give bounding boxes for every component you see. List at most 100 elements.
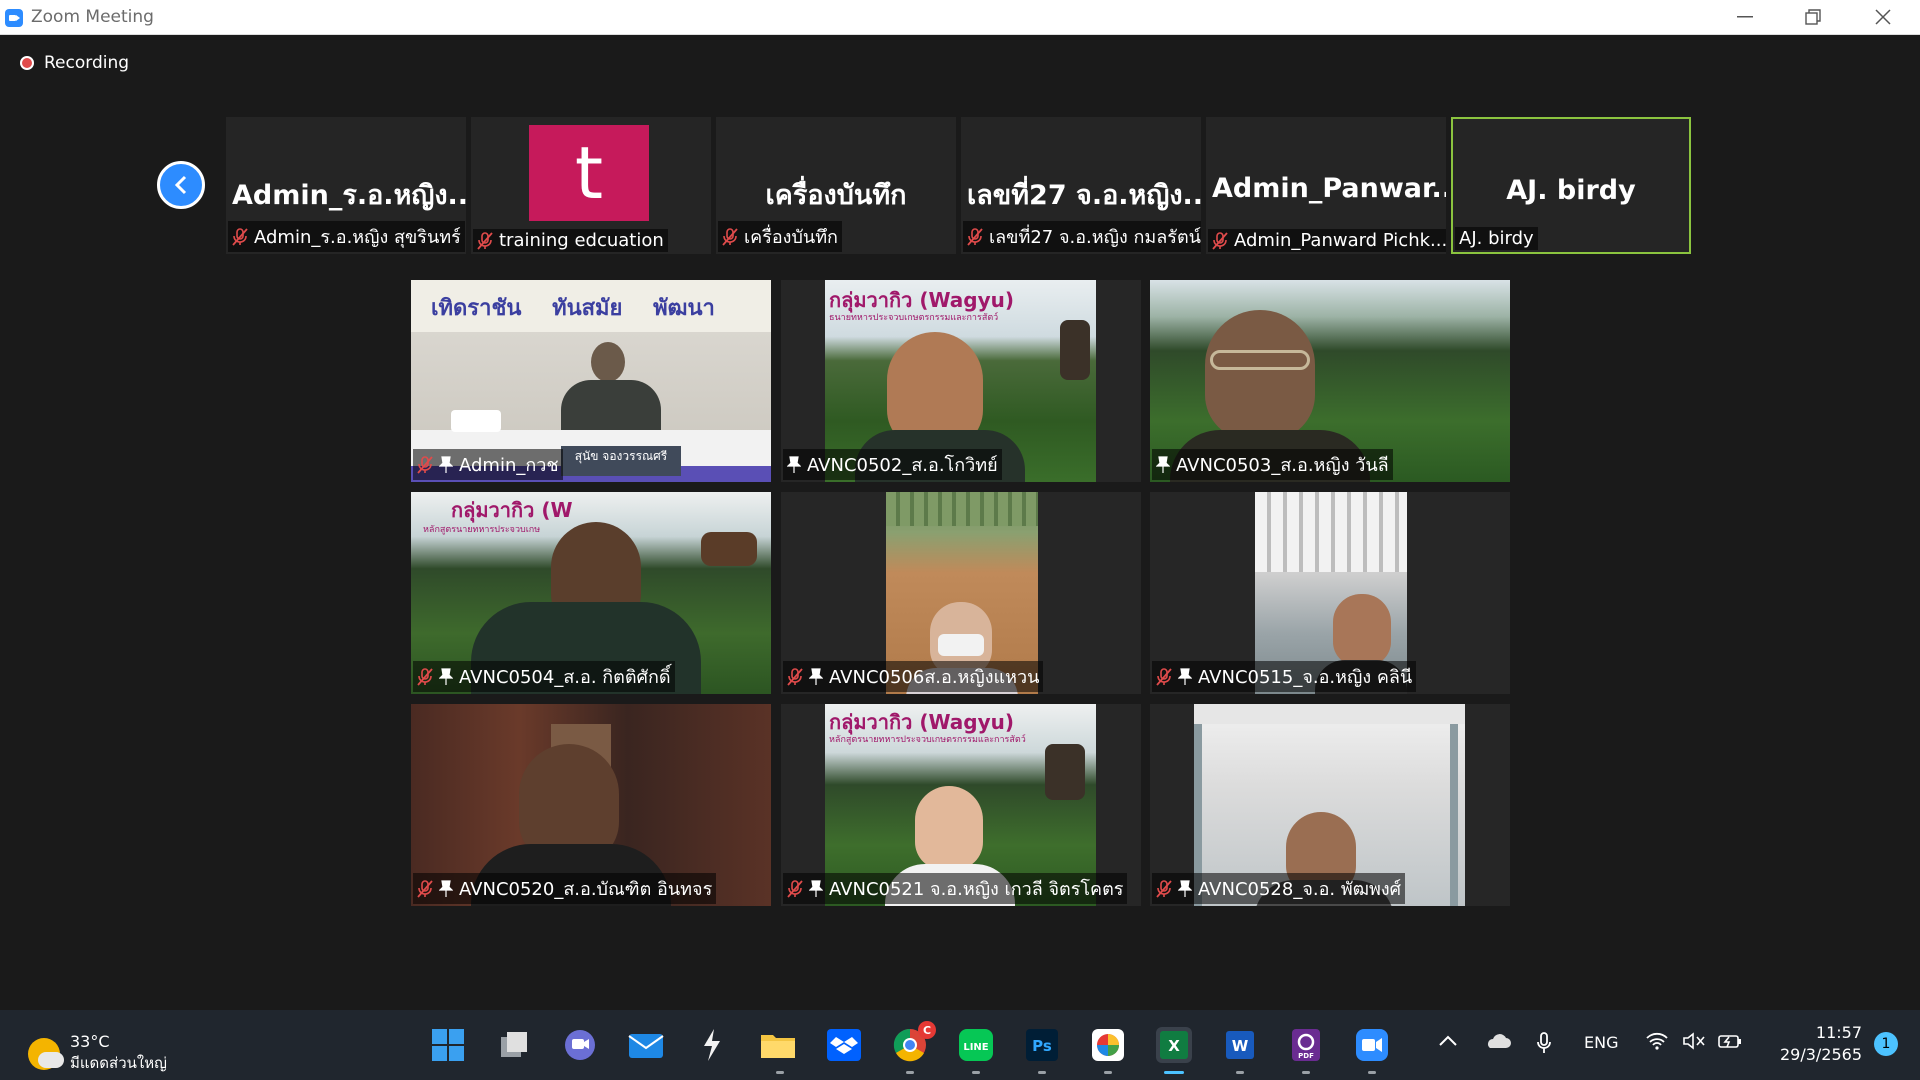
participant-label-text: AVNC0504_ส.อ. กิตติศักดิ์	[459, 667, 671, 688]
battery-charging-icon[interactable]	[1718, 1032, 1742, 1054]
recording-dot-icon	[20, 56, 34, 70]
participant-label-text: AVNC0515_จ.อ.หญิง คลินี	[1198, 667, 1413, 688]
running-indicator	[1302, 1071, 1310, 1074]
participant-label: AVNC0503_ส.อ.หญิง วันลี	[1152, 449, 1393, 480]
mic-muted-icon	[232, 227, 248, 246]
video-tile[interactable]: AVNC0520_ส.อ.บัณฑิต อินทจร	[411, 704, 771, 906]
pin-icon	[1177, 879, 1193, 898]
pin-icon	[438, 455, 454, 474]
mic-muted-icon	[417, 879, 433, 898]
svg-text:PDF: PDF	[1298, 1052, 1314, 1060]
mic-muted-icon	[787, 879, 803, 898]
running-indicator	[776, 1071, 784, 1074]
previous-page-button[interactable]	[157, 161, 205, 209]
mail-icon[interactable]	[628, 1027, 664, 1063]
participant-label-text: AVNC0528_จ.อ. พัฒพงศ์	[1198, 879, 1402, 900]
participant-label-text: training edcuation	[499, 230, 664, 251]
video-tile[interactable]: AVNC0515_จ.อ.หญิง คลินี	[1150, 492, 1510, 694]
onedrive-cloud-icon[interactable]	[1483, 1032, 1511, 1054]
zoom-icon[interactable]	[1354, 1027, 1390, 1063]
running-indicator	[906, 1071, 914, 1074]
recording-indicator[interactable]: Recording	[20, 53, 129, 73]
participant-name-large: Admin_ร.อ.หญิง...	[232, 180, 466, 211]
excel-icon[interactable]: X	[1156, 1027, 1192, 1063]
video-tile[interactable]: AVNC0506ส.อ.หญิงแหวน	[781, 492, 1141, 694]
chrome-icon[interactable]: C	[892, 1021, 936, 1063]
mic-muted-icon	[417, 667, 433, 686]
word-icon[interactable]: W	[1222, 1027, 1258, 1063]
participant-label-text: AVNC0506ส.อ.หญิงแหวน	[829, 667, 1040, 688]
file-explorer-icon[interactable]	[760, 1027, 796, 1063]
participant-tile[interactable]: เครื่องบันทึก เครื่องบันทึก	[716, 117, 956, 254]
participant-label-text: Admin_กวช	[459, 455, 559, 476]
task-view-icon[interactable]	[496, 1027, 532, 1063]
notification-count-badge[interactable]: 1	[1874, 1032, 1898, 1056]
windows-start-icon[interactable]	[430, 1027, 466, 1063]
weather-widget[interactable]: 33°C มีแดดส่วนใหญ่	[28, 1032, 167, 1075]
participant-label: AVNC0521 จ.อ.หญิง เกวลี จิตรโคตร	[783, 873, 1128, 904]
participant-label: AVNC0504_ส.อ. กิตติศักดิ์	[413, 661, 675, 692]
participant-tile[interactable]: เลขที่27 จ.อ.หญิง... เลขที่27 จ.อ.หญิง ก…	[961, 117, 1201, 254]
participant-tile[interactable]: t training edcuation	[471, 117, 711, 254]
mic-muted-icon	[417, 455, 433, 474]
winamp-icon[interactable]	[694, 1027, 730, 1063]
running-indicator	[1104, 1071, 1112, 1074]
volume-muted-icon[interactable]	[1682, 1032, 1706, 1054]
video-tile[interactable]: กลุ่มวากิว (W หลักสูตรนายทหารประจวบเกษ A…	[411, 492, 771, 694]
line-icon[interactable]: LINE	[958, 1027, 994, 1063]
participant-label-text: เครื่องบันทึก	[744, 227, 838, 248]
mic-muted-icon	[787, 667, 803, 686]
show-hidden-icons-chevron-up-icon[interactable]	[1438, 1032, 1458, 1051]
mic-muted-icon	[1156, 879, 1172, 898]
taskbar-clock[interactable]: 11:57 29/3/2565	[1780, 1022, 1862, 1066]
minimize-button[interactable]	[1715, 0, 1775, 34]
participant-name-large: เลขที่27 จ.อ.หญิง...	[967, 180, 1201, 211]
pin-icon	[786, 455, 802, 474]
participant-name-large: AJ. birdy	[1506, 175, 1636, 206]
chrome-profile-badge: C	[918, 1021, 936, 1039]
partly-sunny-icon	[28, 1037, 64, 1070]
video-tile[interactable]: AVNC0503_ส.อ.หญิง วันลี	[1150, 280, 1510, 482]
participant-label: Admin_Panward Pichk...	[1208, 229, 1446, 252]
mic-muted-icon	[1212, 231, 1228, 250]
mic-muted-icon	[477, 231, 493, 250]
wifi-icon[interactable]	[1646, 1032, 1668, 1054]
microphone-icon[interactable]	[1536, 1032, 1552, 1058]
svg-text:X: X	[1168, 1037, 1180, 1055]
participant-label-text: เลขที่27 จ.อ.หญิง กมลรัตน์...	[989, 227, 1201, 248]
clock-time: 11:57	[1815, 1023, 1862, 1042]
participant-tile-active-speaker[interactable]: AJ. birdy AJ. birdy	[1451, 117, 1691, 254]
participant-label-text: AJ. birdy	[1459, 228, 1534, 249]
participant-label: AJ. birdy	[1455, 227, 1538, 250]
participant-label-text: AVNC0521 จ.อ.หญิง เกวลี จิตรโคตร	[829, 879, 1124, 900]
restore-button[interactable]	[1783, 0, 1843, 34]
dropbox-icon[interactable]	[826, 1027, 862, 1063]
language-indicator[interactable]: ENG	[1584, 1033, 1618, 1052]
video-tile[interactable]: AVNC0528_จ.อ. พัฒพงศ์	[1150, 704, 1510, 906]
participant-tile[interactable]: Admin_ร.อ.หญิง... Admin_ร.อ.หญิง สุขรินท…	[226, 117, 466, 254]
window-title: Zoom Meeting	[31, 7, 154, 27]
pin-icon	[808, 879, 824, 898]
pdf-icon[interactable]: PDF	[1288, 1027, 1324, 1063]
photoshop-icon[interactable]: Ps	[1024, 1027, 1060, 1063]
close-button[interactable]	[1853, 0, 1913, 34]
video-tile[interactable]: เทิดราชัน ทันสมัย พัฒนา สุนัข จองวรรณศรี…	[411, 280, 771, 482]
running-indicator	[1236, 1071, 1244, 1074]
banner-subtext: หลักสูตรนายทหารประจวบเกษตรกรรมและการสัตว…	[829, 735, 1026, 745]
participant-label-text: Admin_ร.อ.หญิง สุขรินทร์	[254, 227, 461, 248]
participant-label: เครื่องบันทึก	[718, 221, 842, 252]
mic-muted-icon	[722, 227, 738, 246]
picasa-icon[interactable]	[1090, 1027, 1126, 1063]
participant-label: AVNC0502_ส.อ.โกวิทย์	[783, 449, 1002, 480]
video-tile[interactable]: กลุ่มวากิว (Wagyu) ธนายทหารประจวบเกษตรกร…	[781, 280, 1141, 482]
pin-icon	[438, 667, 454, 686]
weather-temperature: 33°C	[70, 1032, 110, 1051]
running-indicator	[972, 1071, 980, 1074]
participant-tile[interactable]: Admin_Panwar... Admin_Panward Pichk...	[1206, 117, 1446, 254]
teams-chat-icon[interactable]	[562, 1027, 598, 1063]
video-tile[interactable]: กลุ่มวากิว (Wagyu) หลักสูตรนายทหารประจวบ…	[781, 704, 1141, 906]
participant-name-large: Admin_Panwar...	[1212, 173, 1446, 204]
banner-subtext: ธนายทหารประจวบเกษตรกรรมและการสัตว์	[829, 313, 999, 323]
avatar: t	[529, 125, 649, 221]
active-indicator	[1164, 1071, 1184, 1074]
